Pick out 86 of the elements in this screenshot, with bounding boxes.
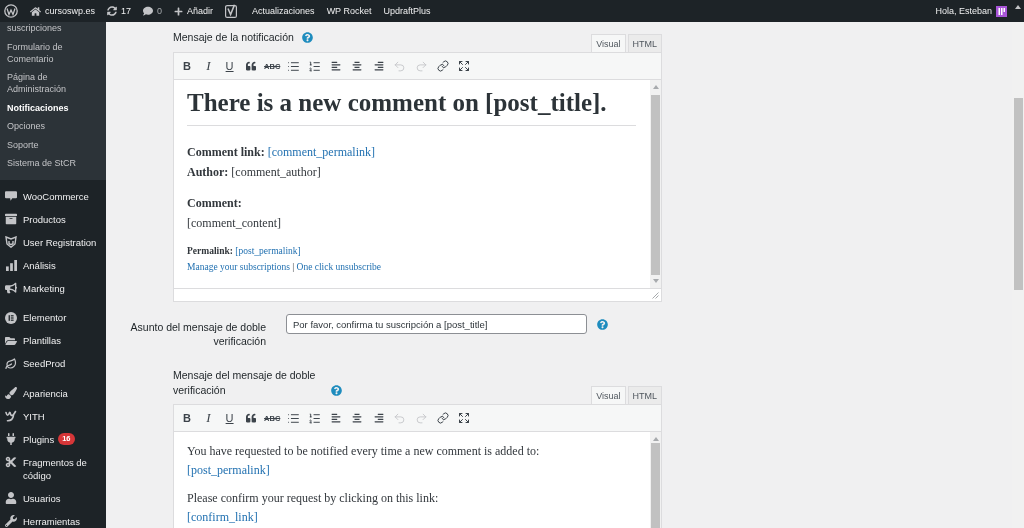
text-link[interactable]: One click unsubscribe [296, 262, 381, 272]
check-logo-icon[interactable] [225, 4, 238, 18]
speech-bubble-icon [5, 191, 17, 201]
help-icon[interactable] [301, 32, 313, 43]
scrollbar-thumb[interactable] [651, 95, 660, 275]
menu-item[interactable]: Fragmentos de código [0, 450, 106, 487]
underline-button[interactable]: U [219, 408, 240, 428]
text-link[interactable]: [confirm_link] [187, 510, 258, 524]
text-link[interactable]: Manage your subscriptions [187, 262, 290, 272]
site-link[interactable]: cursoswp.es [30, 0, 96, 22]
subject-input[interactable]: Por favor, confirma tu suscripción a [post_title] [286, 314, 587, 334]
menu-item[interactable]: User Registration [0, 230, 106, 254]
archive-box-icon [5, 213, 17, 225]
scrollbar-thumb[interactable] [1013, 98, 1023, 290]
submenu-item[interactable]: Página de Administración [0, 68, 106, 99]
comment-icon [143, 6, 154, 16]
submenu-item[interactable]: Formulario de Comentario [0, 37, 106, 68]
editor-content[interactable]: You have requested to be notified every time a new comment is added to: [post_permalink] Please confirm your request by clicking on this link: [confirm_link] [174, 432, 650, 528]
help-icon[interactable] [597, 318, 608, 330]
text-link[interactable]: [post_permalink] [187, 463, 270, 477]
paintbrush-icon [5, 387, 17, 399]
avatar-icon [996, 5, 1007, 17]
menu-item[interactable]: Análisis [0, 253, 106, 277]
help-icon[interactable] [331, 385, 342, 396]
scissors-icon [5, 456, 17, 468]
toolbar-link[interactable]: Actualizaciones [252, 0, 315, 22]
body-text: [comment_content] [187, 216, 281, 230]
field-label: Comment: [187, 196, 242, 210]
resize-handle-icon[interactable] [652, 292, 659, 299]
text-link[interactable]: [post_permalink] [235, 246, 301, 256]
menu-item[interactable]: Marketing [0, 276, 106, 300]
squiggle-logo-icon [5, 410, 17, 422]
bold-button[interactable]: B [177, 56, 197, 76]
body-text: You have requested to be notified every time a new comment is added to: [187, 444, 540, 458]
new-link[interactable]: Añadir [174, 0, 214, 22]
editor-tab[interactable]: Visual [591, 386, 626, 404]
field-label: Comment link: [187, 145, 265, 159]
submenu-item[interactable]: Soporte [0, 135, 106, 154]
menu-item[interactable]: YITH [0, 404, 106, 428]
shield-icon [5, 236, 17, 248]
editor-tab[interactable]: Visual [591, 34, 626, 52]
account-link[interactable]: Hola, Esteban [935, 0, 1007, 22]
editor-tab[interactable]: HTML [627, 34, 662, 52]
round-logo-icon [5, 311, 17, 324]
editor-tab[interactable]: HTML [627, 386, 662, 404]
menu-item[interactable]: Usuarios [0, 486, 106, 510]
folder-icon [5, 334, 17, 347]
italic-button[interactable]: I [198, 408, 219, 428]
field-label: Asunto del mensaje de doble verificación [129, 320, 266, 348]
email-heading: There is a new comment on [post_title]. [187, 89, 608, 117]
toolbar-link[interactable]: UpdraftPlus [383, 0, 431, 22]
scroll-up-icon[interactable] [1015, 5, 1021, 9]
text-link[interactable]: [comment_permalink] [267, 145, 375, 159]
field-label: Mensaje de la notificación [173, 30, 294, 45]
refresh-icon [107, 6, 118, 16]
submenu-item[interactable]: Sistema de StCR [0, 154, 106, 173]
bold-button[interactable]: B [177, 408, 197, 428]
field-label: Mensaje del mensaje de doble verificación [173, 368, 317, 398]
updates-link[interactable]: 17 [107, 0, 132, 22]
body-text: Please confirm your request by clicking on this link: [187, 491, 439, 505]
menu-item[interactable]: Apariencia [0, 381, 106, 405]
body-text: Author: [comment_author] [187, 165, 321, 179]
submenu-item[interactable]: Notificaciones [0, 98, 106, 117]
menu-item[interactable]: Plantillas [0, 329, 106, 352]
comments-link[interactable]: 0 [143, 0, 163, 22]
megaphone-icon [5, 282, 17, 294]
submenu-item[interactable]: suscripciones [0, 22, 106, 38]
underline-button[interactable]: U [219, 56, 240, 76]
logo-icon[interactable] [4, 4, 18, 18]
home-icon [30, 5, 41, 17]
field-label: Permalink: [187, 246, 233, 256]
wrench-icon [5, 515, 17, 527]
submenu-item[interactable]: Opciones [0, 117, 106, 136]
menu-item[interactable]: WooCommerce [0, 184, 106, 208]
plug-icon [5, 433, 17, 445]
toolbar-link[interactable]: WP Rocket [326, 0, 372, 22]
menu-item[interactable]: Productos [0, 207, 106, 231]
italic-button[interactable]: I [198, 56, 219, 76]
plus-icon [174, 6, 184, 16]
bar-chart-icon [5, 259, 17, 271]
menu-item[interactable]: Elementor [0, 306, 106, 329]
leaf-icon [5, 357, 17, 370]
menu-item[interactable]: SeedProd [0, 352, 106, 375]
user-icon [5, 492, 17, 504]
body-text: | [292, 262, 295, 272]
menu-item[interactable]: Herramientas [0, 509, 106, 528]
